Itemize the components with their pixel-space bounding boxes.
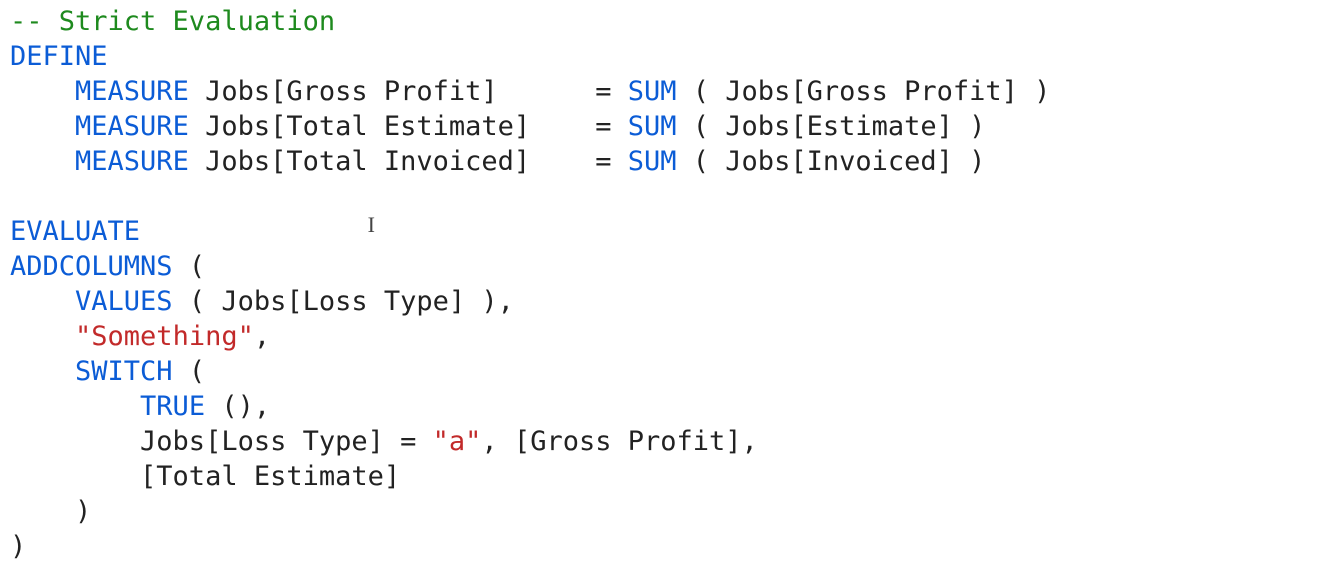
indent: [10, 111, 75, 142]
paren-open: (: [173, 251, 206, 282]
switch-default: [Total Estimate]: [10, 461, 400, 492]
measure-1-args: ( Jobs[Gross Profit] ): [677, 76, 1051, 107]
func-true: TRUE: [140, 391, 205, 422]
comment-line: -- Strict Evaluation: [10, 6, 335, 37]
values-args: ( Jobs[Loss Type] ),: [173, 286, 514, 317]
equals: =: [579, 146, 628, 177]
keyword-measure: MEASURE: [75, 146, 189, 177]
indent: [10, 356, 75, 387]
paren-close: ): [10, 531, 26, 562]
switch-case-lhs: Jobs[Loss Type] =: [10, 426, 433, 457]
keyword-define: DEFINE: [10, 41, 108, 72]
equals: =: [579, 111, 628, 142]
func-sum: SUM: [628, 76, 677, 107]
indent: [10, 286, 75, 317]
measure-1-name: Jobs[Gross Profit]: [189, 76, 579, 107]
func-switch: SWITCH: [75, 356, 173, 387]
func-sum: SUM: [628, 146, 677, 177]
switch-case-rhs: , [Gross Profit],: [481, 426, 757, 457]
keyword-evaluate: EVALUATE: [10, 216, 140, 247]
true-args: (),: [205, 391, 270, 422]
func-sum: SUM: [628, 111, 677, 142]
string-something: "Something": [75, 321, 254, 352]
paren-open: (: [173, 356, 206, 387]
keyword-measure: MEASURE: [75, 111, 189, 142]
indent: [10, 391, 140, 422]
indent: [10, 76, 75, 107]
keyword-measure: MEASURE: [75, 76, 189, 107]
string-a: "a": [433, 426, 482, 457]
func-addcolumns: ADDCOLUMNS: [10, 251, 173, 282]
measure-2-name: Jobs[Total Estimate]: [189, 111, 579, 142]
measure-3-args: ( Jobs[Invoiced] ): [677, 146, 986, 177]
indent: [10, 146, 75, 177]
measure-3-name: Jobs[Total Invoiced]: [189, 146, 579, 177]
comma: ,: [254, 321, 270, 352]
equals: =: [579, 76, 628, 107]
indent: [10, 321, 75, 352]
func-values: VALUES: [75, 286, 173, 317]
dax-code-block[interactable]: -- Strict Evaluation DEFINE MEASURE Jobs…: [0, 0, 1333, 564]
measure-2-args: ( Jobs[Estimate] ): [677, 111, 986, 142]
paren-close: ): [10, 496, 91, 527]
